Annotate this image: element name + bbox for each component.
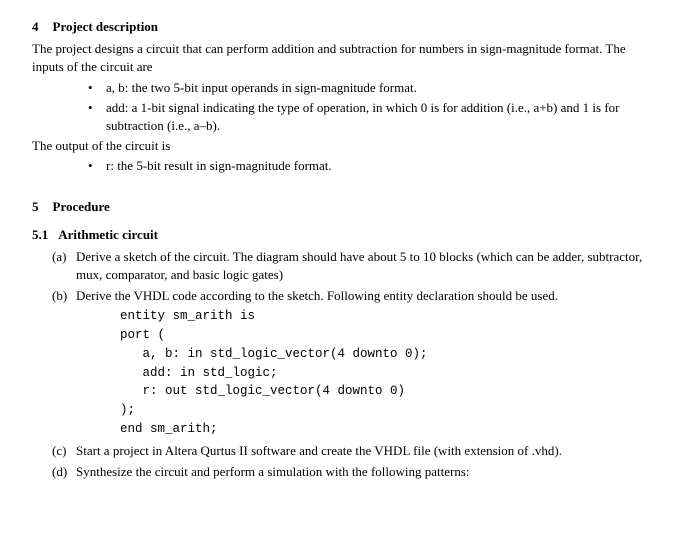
section-5-heading: 5 Procedure (32, 198, 652, 216)
procedure-list: (a) Derive a sketch of the circuit. The … (32, 248, 652, 481)
input-item-add: add: a 1-bit signal indicating the type … (88, 99, 652, 135)
item-marker-b: (b) (52, 287, 67, 305)
procedure-item-b: (b) Derive the VHDL code according to th… (52, 287, 652, 438)
item-text-a: Derive a sketch of the circuit. The diag… (76, 249, 642, 282)
section-4-intro-2: The output of the circuit is (32, 137, 652, 155)
section-4-title: Project description (53, 19, 159, 34)
section-5-1-title: Arithmetic circuit (58, 227, 158, 242)
inputs-list: a, b: the two 5-bit input operands in si… (32, 79, 652, 136)
section-5-1-number: 5.1 (32, 226, 48, 244)
item-marker-d: (d) (52, 463, 67, 481)
vhdl-code-block: entity sm_arith is port ( a, b: in std_l… (76, 307, 652, 438)
section-4-number: 4 (32, 18, 39, 36)
item-marker-c: (c) (52, 442, 66, 460)
section-5-number: 5 (32, 198, 39, 216)
input-item-a-b: a, b: the two 5-bit input operands in si… (88, 79, 652, 98)
section-5-1-heading: 5.1 Arithmetic circuit (32, 226, 652, 244)
item-text-d: Synthesize the circuit and perform a sim… (76, 464, 470, 479)
section-5-title: Procedure (53, 199, 110, 214)
item-text-b: Derive the VHDL code according to the sk… (76, 288, 558, 303)
output-item-r: r: the 5-bit result in sign-magnitude fo… (88, 157, 652, 175)
section-4-heading: 4 Project description (32, 18, 652, 36)
item-marker-a: (a) (52, 248, 66, 266)
procedure-item-a: (a) Derive a sketch of the circuit. The … (52, 248, 652, 284)
procedure-item-c: (c) Start a project in Altera Qurtus II … (52, 442, 652, 460)
procedure-item-d: (d) Synthesize the circuit and perform a… (52, 463, 652, 481)
outputs-list: r: the 5-bit result in sign-magnitude fo… (32, 157, 652, 175)
item-text-c: Start a project in Altera Qurtus II soft… (76, 443, 562, 458)
section-4-intro-1: The project designs a circuit that can p… (32, 40, 652, 76)
